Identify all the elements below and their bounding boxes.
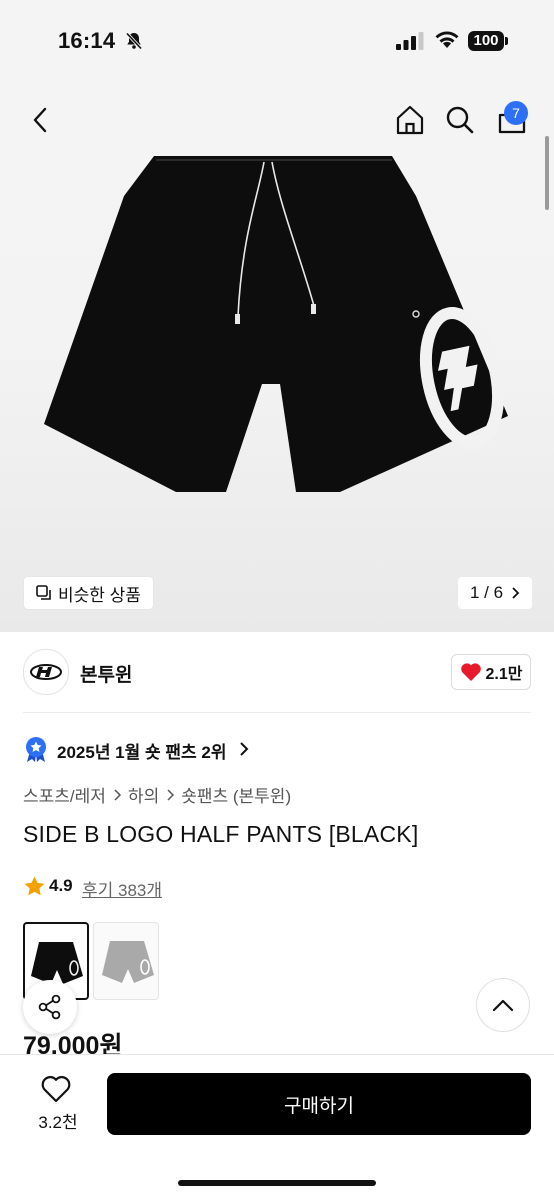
wifi-icon xyxy=(435,31,459,48)
gallery-counter: 1 / 6 xyxy=(470,583,504,602)
back-button[interactable] xyxy=(18,98,62,142)
search-icon xyxy=(446,106,474,134)
reviews-link[interactable]: 후기 383개 xyxy=(82,876,162,901)
breadcrumb-item[interactable]: 숏팬츠 (본투윈) xyxy=(181,782,291,807)
color-option-grey[interactable] xyxy=(93,922,159,1000)
ranking-link[interactable]: 2025년 1월 숏 팬츠 2위 xyxy=(57,738,226,763)
heart-outline-icon[interactable] xyxy=(40,1074,72,1104)
search-button[interactable] xyxy=(438,98,482,142)
share-icon xyxy=(38,994,61,1020)
chevron-up-icon xyxy=(492,999,514,1012)
home-button[interactable] xyxy=(388,98,432,142)
buy-button[interactable]: 구매하기 xyxy=(107,1073,531,1135)
breadcrumb-item[interactable]: 하의 xyxy=(128,782,159,807)
buy-button-label: 구매하기 xyxy=(284,1095,354,1117)
brand-logo-icon xyxy=(30,664,62,680)
star-icon xyxy=(24,876,45,896)
chevron-right-icon xyxy=(240,742,249,756)
status-time: 16:14 xyxy=(58,28,116,53)
breadcrumb-item[interactable]: 스포츠/레저 xyxy=(23,782,106,807)
similar-products-label: 비슷한 상품 xyxy=(58,585,141,605)
similar-products-button[interactable]: 비슷한 상품 xyxy=(24,577,153,609)
copy-icon xyxy=(36,585,51,600)
home-icon xyxy=(396,105,424,135)
scrollbar[interactable] xyxy=(545,136,549,210)
battery-level: 100 xyxy=(468,31,504,51)
brand-like-count: 2.1만 xyxy=(485,666,523,683)
brand-logo[interactable] xyxy=(23,649,69,695)
chevron-left-icon xyxy=(33,107,47,133)
chevron-right-icon xyxy=(512,587,520,599)
favorite-count: 3.2천 xyxy=(38,1113,78,1132)
battery-icon xyxy=(505,37,508,45)
divider xyxy=(23,712,531,713)
signal-icon xyxy=(396,32,424,50)
chevron-right-icon xyxy=(167,788,175,801)
chevron-right-icon xyxy=(114,788,121,801)
product-title: SIDE B LOGO HALF PANTS [BLACK] xyxy=(23,821,419,847)
heart-filled-icon xyxy=(460,663,481,681)
brand-like-button[interactable]: 2.1만 xyxy=(451,654,531,690)
scroll-to-top-button[interactable] xyxy=(476,978,530,1032)
product-image-black-shorts[interactable] xyxy=(44,156,510,492)
thumbnail-grey-shorts xyxy=(102,941,154,983)
ranking-badge-icon xyxy=(26,737,46,762)
gallery-counter-button[interactable]: 1 / 6 xyxy=(458,577,533,609)
home-indicator[interactable] xyxy=(178,1180,376,1186)
brand-name[interactable]: 본투윈 xyxy=(80,660,132,687)
breadcrumb: 스포츠/레저 하의 숏팬츠 (본투윈) xyxy=(23,782,291,807)
cart-count-badge: 7 xyxy=(504,101,528,125)
bell-off-icon xyxy=(125,32,143,50)
rating-value: 4.9 xyxy=(49,876,73,895)
